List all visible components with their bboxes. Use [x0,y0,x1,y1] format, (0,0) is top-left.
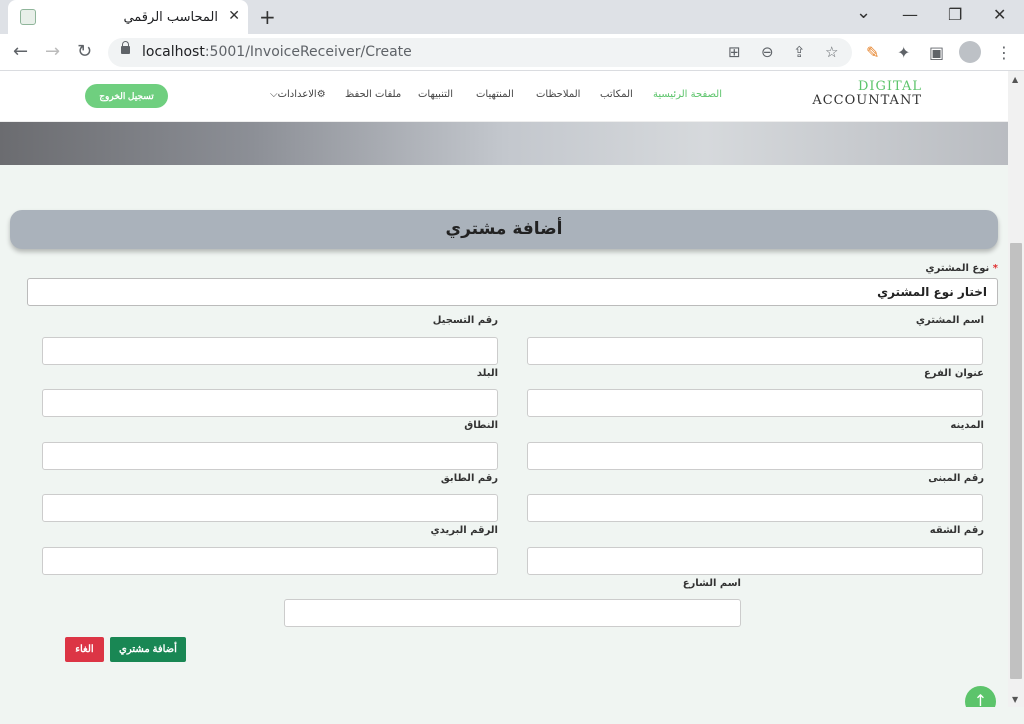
address-bar[interactable]: localhost:5001/InvoiceReceiver/Create ⊞ … [108,38,852,67]
registration-input[interactable] [42,337,498,365]
arrow-up-icon: ↑ [973,691,988,707]
logout-button[interactable]: تسجيل الخروج [85,84,168,108]
share-icon[interactable]: ⇪ [793,43,806,61]
branch-input[interactable] [527,389,983,417]
minimize-button[interactable]: — [902,5,918,24]
buyer-name-label: اسم المشتري [915,315,984,326]
nav-settings[interactable]: ⚙الاعدادات⌵ [270,89,326,100]
street-label: اسم الشارع [682,578,741,589]
region-label: النطاق [464,420,498,431]
region-input[interactable] [42,442,498,470]
postal-label: الرقم البريدي [430,525,498,536]
city-label: المدينه [950,420,984,431]
bookmark-star-icon[interactable]: ☆ [825,43,838,61]
extensions-puzzle-icon[interactable]: ✦ [897,43,910,62]
street-input[interactable] [284,599,741,627]
add-buyer-button[interactable]: أضافة مشتري [110,637,186,662]
pen-extension-icon[interactable]: ✎ [866,43,879,62]
browser-tabbar: المحاسب الرقمي ✕ + ⌄ — ❐ ✕ [0,0,1024,34]
cancel-button[interactable]: الغاء [65,637,104,662]
nav-notes[interactable]: الملاحظات [536,89,580,100]
nav-expired[interactable]: المنتهيات [476,89,514,100]
postal-input[interactable] [42,547,498,575]
browser-tab[interactable]: المحاسب الرقمي ✕ [8,0,248,34]
nav-backups[interactable]: ملفات الحفظ [345,89,401,100]
floor-input[interactable] [42,494,498,522]
page-scrollbar[interactable]: ▲ ▼ [1008,71,1024,707]
apartment-input[interactable] [527,547,983,575]
close-window-button[interactable]: ✕ [993,5,1006,24]
nav-offices[interactable]: المكاتب [600,89,633,100]
new-tab-button[interactable]: + [259,5,276,29]
scrollbar-thumb[interactable] [1010,243,1022,679]
zoom-icon[interactable]: ⊖ [761,43,774,61]
page-viewport: تسجيل الخروج ⚙الاعدادات⌵ ملفات الحفظ الت… [0,71,1008,707]
floor-label: رقم الطابق [440,473,498,484]
hero-banner-image [0,122,1008,165]
tab-close-icon[interactable]: ✕ [228,8,240,24]
maximize-button[interactable]: ❐ [948,5,962,24]
branch-label: عنوان الفرع [923,368,984,379]
buyer-type-label: * نوع المشتري [925,263,998,274]
profile-avatar[interactable] [959,41,981,63]
favicon-icon [20,9,36,25]
buyer-type-select[interactable]: اختار نوع المشتري [27,278,998,306]
back-button[interactable]: ← [13,41,28,62]
browser-toolbar: ← → ↻ localhost:5001/InvoiceReceiver/Cre… [0,34,1024,71]
scroll-to-top-button[interactable]: ↑ [965,686,996,707]
reload-button[interactable]: ↻ [77,41,92,62]
scroll-down-arrow-icon[interactable]: ▼ [1012,695,1018,704]
country-input[interactable] [42,389,498,417]
buyer-name-input[interactable] [527,337,983,365]
nav-alerts[interactable]: التنبيهات [418,89,453,100]
translate-icon[interactable]: ⊞ [728,43,741,61]
city-input[interactable] [527,442,983,470]
side-panel-icon[interactable]: ▣ [929,43,944,62]
scroll-up-arrow-icon[interactable]: ▲ [1012,75,1018,84]
site-logo[interactable]: DIGITAL ACCOUNTANT [812,80,922,108]
tab-title: المحاسب الرقمي [123,10,218,25]
lock-icon [121,41,130,54]
country-label: البلد [476,368,498,379]
nav-home[interactable]: الصفحة الرئيسية [653,89,722,100]
building-input[interactable] [527,494,983,522]
forward-button[interactable]: → [45,41,60,62]
url-text: localhost:5001/InvoiceReceiver/Create [142,44,412,60]
tab-search-chevron-icon[interactable]: ⌄ [856,2,871,23]
browser-menu-icon[interactable]: ⋮ [996,43,1012,62]
form-header: أضافة مشتري [10,210,998,249]
site-navbar: تسجيل الخروج ⚙الاعدادات⌵ ملفات الحفظ الت… [0,71,1008,122]
form-title: أضافة مشتري [445,219,563,239]
buyer-type-selected: اختار نوع المشتري [877,285,987,299]
apartment-label: رقم الشقه [929,525,984,536]
registration-label: رقم التسجيل [432,315,498,326]
building-label: رقم المبنى [928,473,984,484]
